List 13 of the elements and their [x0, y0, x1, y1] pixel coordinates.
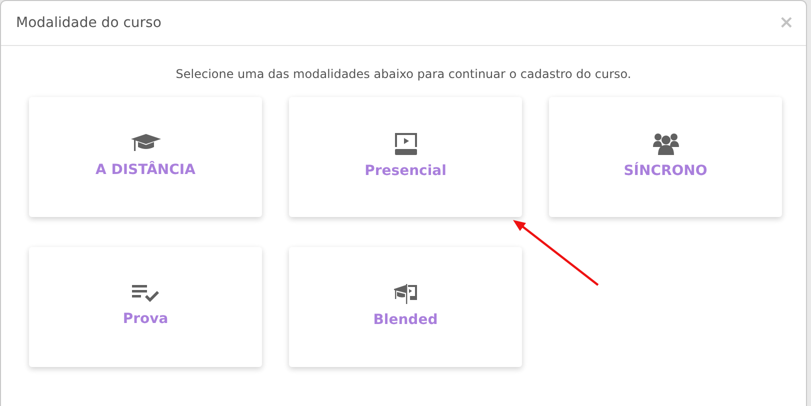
instruction-text: Selecione uma das modalidades abaixo para continuar o cadastro do curso. [176, 66, 632, 83]
group-icon [652, 132, 678, 154]
cap-and-screen-icon [394, 284, 418, 304]
modality-card[interactable]: A DISTÂNCIA [29, 97, 262, 217]
close-button[interactable]: × [778, 14, 794, 32]
modality-card[interactable]: Presencial [289, 97, 522, 217]
modal-title: Modalidade do curso [16, 14, 162, 32]
modality-card[interactable]: SÍNCRONO [549, 97, 782, 217]
presentation-audience-icon [394, 132, 418, 154]
checklist-icon [132, 284, 160, 302]
modality-card[interactable]: Prova [29, 247, 262, 367]
graduation-cap-icon [130, 134, 160, 154]
modality-card[interactable]: Blended [289, 247, 522, 367]
